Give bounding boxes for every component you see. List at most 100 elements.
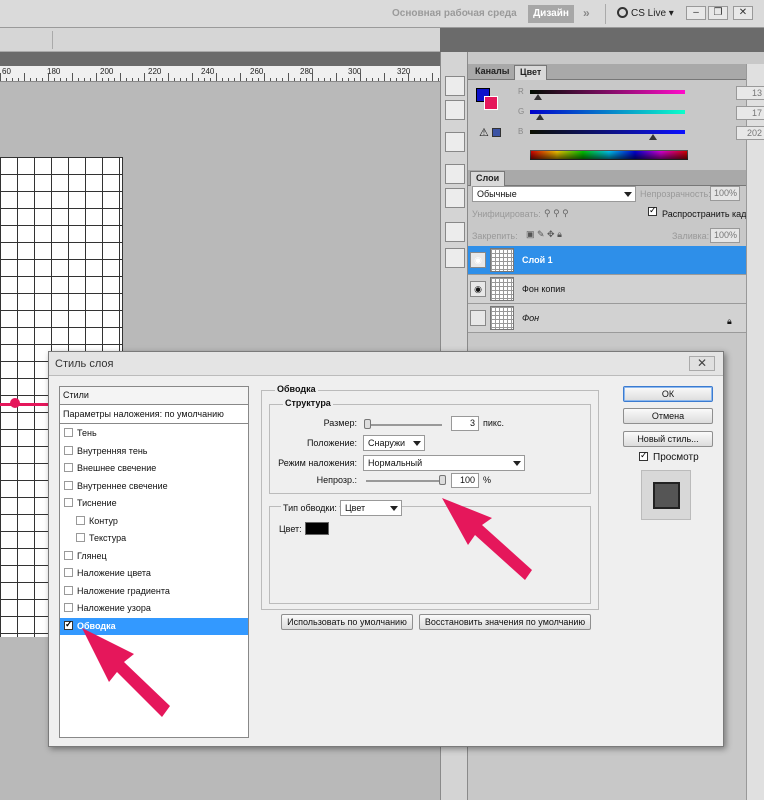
blending-options-item[interactable]: Параметры наложения: по умолчанию xyxy=(60,406,248,424)
actions-panel-icon[interactable] xyxy=(445,100,465,120)
size-slider-track[interactable] xyxy=(366,424,442,426)
styles-header[interactable]: Стили xyxy=(60,387,248,405)
checkbox-icon[interactable] xyxy=(76,515,85,525)
checkbox-icon[interactable] xyxy=(64,603,73,612)
checkbox-icon[interactable] xyxy=(64,463,73,472)
layer-row[interactable]: ◉ Фон копия xyxy=(468,275,746,304)
ruler-tick xyxy=(270,78,271,81)
channel-slider-thumb[interactable] xyxy=(536,114,545,120)
workspace-label[interactable]: Основная рабочая среда xyxy=(392,8,517,19)
adjustments-panel-icon[interactable] xyxy=(445,222,465,242)
dialog-titlebar[interactable]: Стиль слоя ✕ xyxy=(49,352,723,376)
opacity-slider-thumb[interactable] xyxy=(439,475,446,485)
ruler-tick xyxy=(36,78,37,81)
style-item[interactable]: Наложение градиента xyxy=(60,583,248,600)
visibility-eye-icon[interactable] xyxy=(470,310,486,326)
style-item[interactable]: Внутренняя тень xyxy=(60,443,248,460)
checkbox-icon[interactable] xyxy=(64,498,73,507)
ruler-tick xyxy=(144,73,145,81)
visibility-eye-icon[interactable]: ◉ xyxy=(470,252,486,268)
checkbox-icon[interactable] xyxy=(64,480,73,490)
layer-row[interactable]: ◉ Слой 1 xyxy=(468,246,746,275)
cancel-button[interactable]: Отмена xyxy=(623,408,713,424)
opacity-slider-track[interactable] xyxy=(366,480,444,482)
blend-mode-select[interactable]: Нормальный xyxy=(363,455,525,471)
channel-slider-track[interactable] xyxy=(530,110,685,114)
channel-value-field[interactable]: 13 xyxy=(736,86,764,100)
size-slider-thumb[interactable] xyxy=(364,419,371,429)
preview-checkbox[interactable] xyxy=(639,450,652,463)
cs-live-menu[interactable]: CS Live ▾ xyxy=(617,7,674,19)
web-color-swatch[interactable] xyxy=(492,128,501,137)
channel-value-field[interactable]: 17 xyxy=(736,106,764,120)
style-item[interactable]: Глянец xyxy=(60,548,248,565)
stroke-color-swatch[interactable] xyxy=(305,522,329,535)
ruler-tick xyxy=(258,78,259,81)
size-field[interactable]: 3 xyxy=(451,416,479,431)
style-item[interactable]: Внутреннее свечение xyxy=(60,478,248,495)
checkbox-icon[interactable] xyxy=(64,445,73,455)
lock-icons[interactable]: ▣ ✎ ✥ 🔒︎ xyxy=(526,229,562,240)
ruler-tick xyxy=(102,78,103,81)
close-icon[interactable]: ✕ xyxy=(689,356,715,371)
channel-slider-thumb[interactable] xyxy=(533,94,542,100)
checkbox-icon[interactable] xyxy=(64,428,73,437)
style-item[interactable]: Наложение узора xyxy=(60,600,248,617)
channel-slider-track[interactable] xyxy=(530,90,685,94)
opacity-field[interactable]: 100 xyxy=(451,473,479,488)
style-item[interactable]: Текстура xyxy=(60,530,248,547)
ruler-tick xyxy=(186,78,187,81)
reset-default-button[interactable]: Восстановить значения по умолчанию xyxy=(419,614,591,630)
channel-value-field[interactable]: 202 xyxy=(736,126,764,140)
style-item[interactable]: Тиснение xyxy=(60,495,248,512)
horizontal-ruler[interactable]: 60 180 200 220 240 260 280 300 320 xyxy=(0,66,440,82)
style-item[interactable]: Внешнее свечение xyxy=(60,460,248,477)
channel-slider-thumb[interactable] xyxy=(648,134,657,140)
ruler-tick xyxy=(426,78,427,81)
propagate-frame-checkbox[interactable] xyxy=(648,205,661,218)
styles-panel-icon[interactable] xyxy=(445,188,465,208)
style-item[interactable]: Контур xyxy=(60,513,248,530)
history-panel-icon[interactable] xyxy=(445,76,465,96)
checkbox-icon[interactable] xyxy=(76,533,85,542)
ok-button[interactable]: ОК xyxy=(623,386,713,402)
gamut-warning-icon[interactable]: ⚠ xyxy=(479,126,489,139)
ruler-tick xyxy=(318,78,319,81)
blend-mode-label: Режим наложения: xyxy=(278,458,357,468)
layer-name: Фон xyxy=(522,313,540,323)
tab-layers[interactable]: Слои xyxy=(470,171,506,186)
checkbox-icon[interactable] xyxy=(64,585,73,595)
checkbox-icon[interactable] xyxy=(64,550,73,560)
fill-type-select[interactable]: Цвет xyxy=(340,500,402,516)
layer-fill-field[interactable]: 100% xyxy=(710,228,740,243)
ruler-tick xyxy=(162,78,163,81)
masks-panel-icon[interactable] xyxy=(445,248,465,268)
paths-panel-icon[interactable] xyxy=(445,164,465,184)
design-workspace-button[interactable]: Дизайн xyxy=(528,5,574,23)
checkbox-icon[interactable] xyxy=(64,568,73,577)
new-style-button[interactable]: Новый стиль... xyxy=(623,431,713,447)
close-window-button[interactable]: ✕ xyxy=(733,6,753,20)
style-item[interactable]: Тень xyxy=(60,425,248,442)
minimize-button[interactable]: – xyxy=(686,6,706,20)
style-item[interactable]: Наложение цвета xyxy=(60,565,248,582)
position-select[interactable]: Снаружи xyxy=(363,435,425,451)
more-workspaces-icon[interactable]: » xyxy=(583,6,590,20)
visibility-eye-icon[interactable]: ◉ xyxy=(470,281,486,297)
channel-slider-track[interactable] xyxy=(530,130,685,134)
restore-button[interactable]: ❐ xyxy=(708,6,728,20)
panel-scrollbar[interactable] xyxy=(746,64,764,800)
ruler-tick xyxy=(390,78,391,81)
layer-blend-mode-select[interactable]: Обычные xyxy=(472,186,636,202)
options-bar xyxy=(0,28,440,52)
swatches-panel-icon[interactable] xyxy=(445,132,465,152)
ruler-tick xyxy=(90,78,91,81)
unify-icons[interactable]: ⚲ ⚲ ⚲ xyxy=(544,208,569,219)
layer-row[interactable]: Фон xyxy=(468,304,746,333)
background-color-swatch[interactable] xyxy=(484,96,498,110)
tab-channels[interactable]: Каналы xyxy=(470,65,514,80)
tab-color[interactable]: Цвет xyxy=(514,65,548,80)
layer-opacity-field[interactable]: 100% xyxy=(710,186,740,201)
make-default-button[interactable]: Использовать по умолчанию xyxy=(281,614,413,630)
size-label: Размер: xyxy=(323,418,357,428)
